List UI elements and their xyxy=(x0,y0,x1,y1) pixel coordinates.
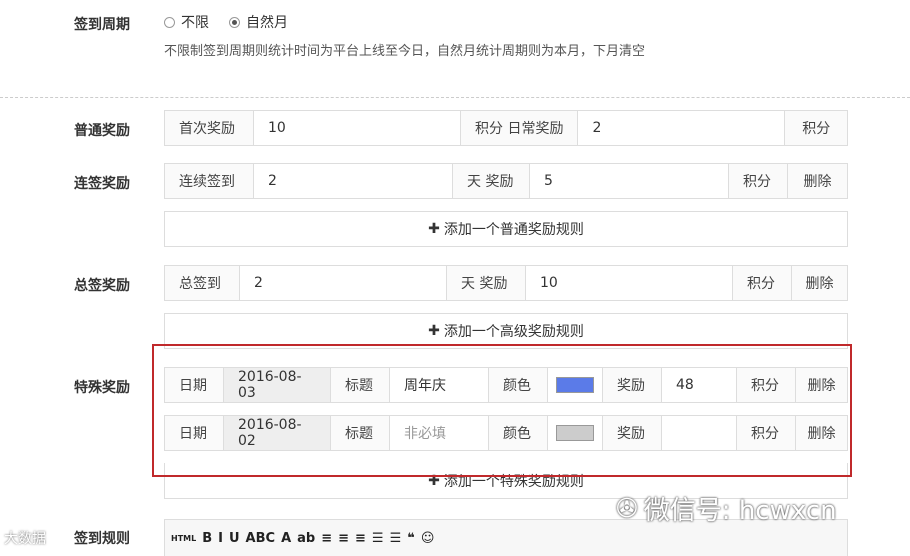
toolbar-button[interactable]: ☰ xyxy=(390,531,402,546)
total-unit: 积分 xyxy=(733,266,792,300)
highlight-box xyxy=(152,344,852,477)
daily-reward-input[interactable]: 2 xyxy=(578,111,786,145)
first-reward-addon: 首次奖励 xyxy=(165,111,254,145)
toolbar-button[interactable]: ≡ xyxy=(321,531,332,546)
toolbar-button[interactable]: A xyxy=(281,531,291,546)
add-normal-rule-button[interactable]: ✚ 添加一个普通奖励规则 xyxy=(164,211,848,247)
toolbar-button[interactable]: U xyxy=(229,531,240,546)
total-delete-button[interactable]: 删除 xyxy=(792,266,847,300)
consecutive-points-input[interactable]: 5 xyxy=(530,164,729,198)
toolbar-button[interactable]: HTML xyxy=(171,534,196,543)
toolbar-button[interactable]: B xyxy=(202,531,212,546)
radio-natural-month-label: 自然月 xyxy=(246,15,288,31)
watermark: ✇ 微信号: hcwxcn xyxy=(616,490,837,527)
normal-reward-group: 首次奖励 10 积分 日常奖励 2 积分 xyxy=(164,110,848,146)
add-advanced-rule-label: 添加一个高级奖励规则 xyxy=(443,324,584,340)
total-points-input[interactable]: 10 xyxy=(526,266,733,300)
toolbar-button[interactable]: ABC xyxy=(246,531,276,546)
cycle-label: 签到周期 xyxy=(74,17,130,33)
watermark-text: 微信号: hcwxcn xyxy=(643,496,837,526)
first-reward-input[interactable]: 10 xyxy=(254,111,461,145)
consecutive-days-input[interactable]: 2 xyxy=(254,164,453,198)
toolbar-button[interactable]: ☺ xyxy=(421,531,435,546)
toolbar-button[interactable]: ❝ xyxy=(407,531,415,546)
add-normal-rule-label: 添加一个普通奖励规则 xyxy=(443,222,584,238)
consecutive-reward-label: 连签奖励 xyxy=(74,176,130,192)
watermark-left: 大数据 xyxy=(4,531,46,547)
total-mid: 天 奖励 xyxy=(447,266,526,300)
cycle-options: 不限 自然月 xyxy=(164,12,288,32)
toolbar-button[interactable]: ☰ xyxy=(372,531,384,546)
total-reward-label: 总签奖励 xyxy=(74,278,130,294)
points-unit: 积分 xyxy=(785,111,847,145)
radio-unlimited[interactable] xyxy=(164,16,175,28)
total-days-input[interactable]: 2 xyxy=(240,266,447,300)
total-prefix: 总签到 xyxy=(165,266,240,300)
toolbar-button[interactable]: ≡ xyxy=(338,531,349,546)
plus-icon: ✚ xyxy=(428,221,440,237)
radio-natural-month[interactable] xyxy=(229,16,240,28)
total-reward-group: 总签到 2 天 奖励 10 积分 删除 xyxy=(164,265,848,301)
plus-icon: ✚ xyxy=(428,323,440,339)
consecutive-prefix: 连续签到 xyxy=(165,164,254,198)
rules-label: 签到规则 xyxy=(74,531,130,547)
consecutive-mid: 天 奖励 xyxy=(453,164,530,198)
normal-reward-label: 普通奖励 xyxy=(74,123,130,139)
consecutive-unit: 积分 xyxy=(729,164,788,198)
radio-unlimited-label: 不限 xyxy=(181,15,209,31)
toolbar-button[interactable]: I xyxy=(218,531,223,546)
toolbar-button[interactable]: ab xyxy=(297,531,315,546)
special-reward-label: 特殊奖励 xyxy=(74,380,130,396)
wechat-icon: ✇ xyxy=(616,493,638,524)
toolbar-button[interactable]: ≡ xyxy=(355,531,366,546)
cycle-hint: 不限制签到周期则统计时间为平台上线至今日，自然月统计周期则为本月，下月清空 xyxy=(164,44,646,59)
section-divider xyxy=(0,97,910,98)
consecutive-delete-button[interactable]: 删除 xyxy=(788,164,847,198)
consecutive-reward-group: 连续签到 2 天 奖励 5 积分 删除 xyxy=(164,163,848,199)
daily-reward-addon: 积分 日常奖励 xyxy=(461,111,579,145)
